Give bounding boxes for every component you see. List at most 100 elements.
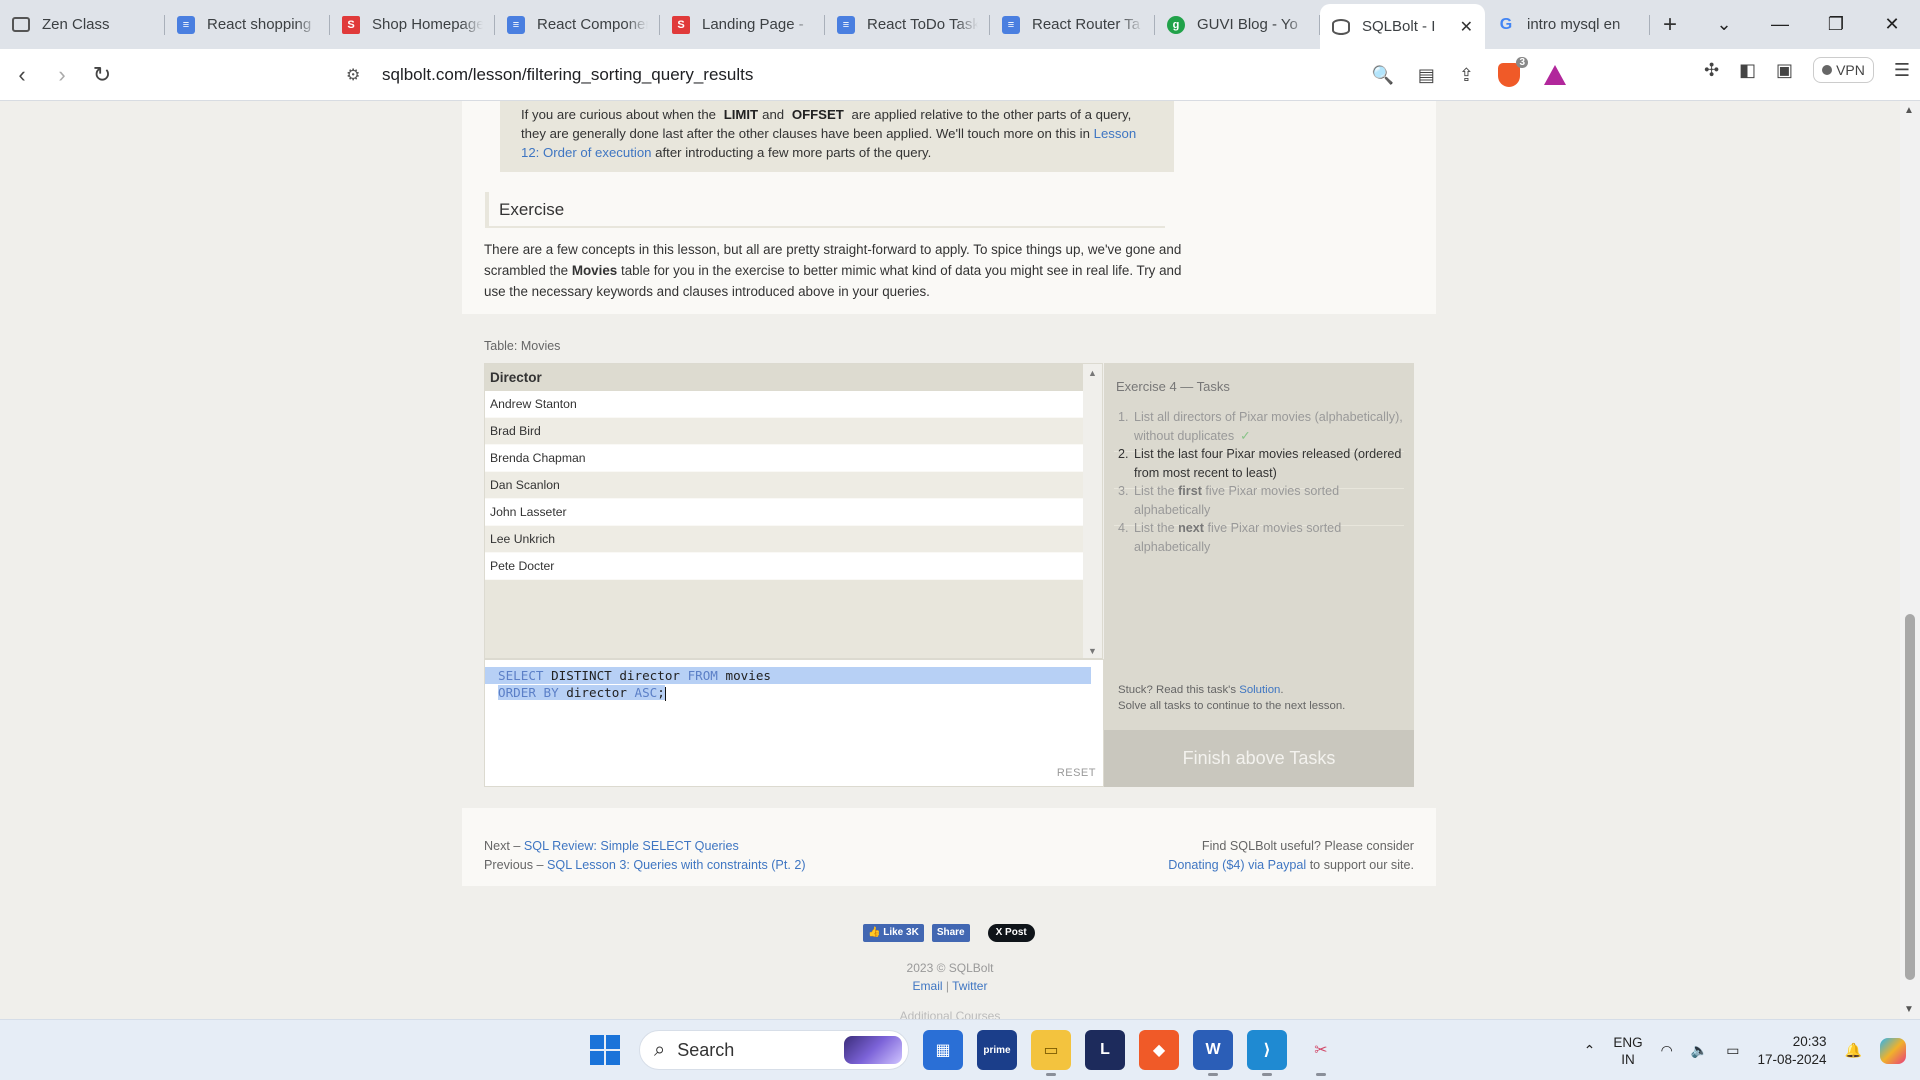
social-buttons: 👍 Like 3K Share X Post (863, 924, 1035, 942)
tab-title: GUVI Blog - Yo (1197, 16, 1298, 33)
task-text-bold: next (1178, 521, 1205, 535)
snipping-tool-icon[interactable]: ✂ (1301, 1030, 1341, 1076)
tab-search-chevron-icon[interactable]: ⌄ (1696, 14, 1752, 35)
task-text: List all directors of Pixar movies (alph… (1134, 410, 1403, 443)
tab-react-shopping[interactable]: ≡ React shopping (165, 4, 330, 45)
extensions-icon[interactable]: ✣ (1704, 60, 1719, 81)
window-controls: ⌄ — ❐ ✕ (1696, 0, 1920, 49)
editor-line-2[interactable]: ORDER BY director ASC; (485, 684, 1103, 701)
vpn-status-icon (1822, 65, 1833, 75)
donate-link[interactable]: Donating ($4) via Paypal (1168, 858, 1306, 872)
tab-sqlbolt[interactable]: SQLBolt - I ✕ (1320, 4, 1485, 49)
editor-line-1[interactable]: SELECT DISTINCT director FROM movies (485, 667, 1091, 684)
close-window-icon[interactable]: ✕ (1864, 14, 1920, 35)
tab-title: React Components (537, 16, 648, 33)
sql-text: movies (717, 668, 771, 683)
solution-link[interactable]: Solution (1239, 684, 1280, 696)
reset-button[interactable]: RESET (1057, 767, 1096, 779)
volume-icon[interactable]: 🔈 (1691, 1042, 1708, 1059)
menu-icon[interactable]: ☰ (1894, 60, 1910, 81)
sql-text: ; (657, 685, 665, 700)
vpn-button[interactable]: VPN (1813, 57, 1874, 83)
facebook-like-button[interactable]: 👍 Like 3K (863, 924, 924, 942)
sql-keyword: FROM (687, 668, 718, 683)
l-app-icon[interactable]: L (1085, 1030, 1125, 1070)
previous-lesson-link[interactable]: SQL Lesson 3: Queries with constraints (… (547, 858, 806, 872)
tab-close-icon[interactable]: ✕ (1460, 17, 1473, 37)
wallet-icon[interactable]: ▣ (1776, 60, 1793, 81)
taskbar-search[interactable]: ⌕ Search (639, 1030, 909, 1070)
system-tray: ⌃ ENG IN ◠ 🔈 ▭ 20:33 17-08-2024 🔔 (1584, 1020, 1920, 1080)
email-link[interactable]: Email (913, 979, 943, 993)
copyright: 2023 © SQLBolt (906, 961, 994, 975)
file-explorer-icon[interactable]: ▭ (1031, 1030, 1071, 1076)
address-bar[interactable]: ⚙ sqlbolt.com/lesson/filtering_sorting_q… (336, 56, 1580, 94)
site-info-icon[interactable]: ⚙ (346, 65, 374, 85)
notification-bell-icon[interactable]: 🔔 (1845, 1042, 1862, 1059)
scroll-down-icon[interactable]: ▼ (1904, 1004, 1914, 1015)
back-icon[interactable]: ‹ (4, 62, 40, 88)
table-row: Brenda Chapman (485, 445, 1085, 472)
result-rows: Andrew Stanton Brad Bird Brenda Chapman … (485, 391, 1102, 580)
reload-icon[interactable]: ↻ (84, 62, 120, 88)
scroll-down-icon[interactable]: ▼ (1088, 646, 1097, 656)
page-scrollbar[interactable]: ▲ ▼ (1900, 101, 1920, 1019)
forward-icon[interactable]: › (44, 62, 80, 88)
solve-all-note: Solve all tasks to continue to the next … (1118, 700, 1346, 712)
brave-rewards-icon[interactable] (1544, 65, 1566, 85)
lang-line-1: ENG (1613, 1034, 1643, 1050)
time: 20:33 (1792, 1033, 1827, 1049)
next-prefix: Next – (484, 839, 521, 853)
language-indicator[interactable]: ENG IN (1613, 1034, 1642, 1068)
docs-icon: ≡ (177, 15, 195, 34)
store-icon[interactable]: ▦ (923, 1030, 963, 1070)
vscode-icon[interactable]: ⟩ (1247, 1030, 1287, 1076)
tab-react-todo[interactable]: ≡ React ToDo Task (825, 4, 990, 45)
share-icon[interactable]: ⇪ (1459, 65, 1474, 86)
word-icon[interactable]: W (1193, 1030, 1233, 1076)
reader-mode-icon[interactable]: ▤ (1418, 65, 1435, 86)
url-text[interactable]: sqlbolt.com/lesson/filtering_sorting_que… (382, 65, 753, 85)
exercise-heading: Exercise (485, 192, 1165, 228)
tab-intro-mysql[interactable]: G intro mysql en (1485, 4, 1650, 45)
chevron-up-icon[interactable]: ⌃ (1584, 1042, 1596, 1059)
results-scrollbar[interactable]: ▲ ▼ (1083, 364, 1102, 658)
restore-icon[interactable]: ❐ (1808, 14, 1864, 35)
finish-tasks-button[interactable]: Finish above Tasks (1104, 730, 1414, 787)
tab-zen-class[interactable]: Zen Class (0, 4, 165, 45)
prime-video-icon[interactable]: prime (977, 1030, 1017, 1070)
next-lesson-link[interactable]: SQL Review: Simple SELECT Queries (524, 839, 739, 853)
docs-icon: ≡ (1002, 15, 1020, 34)
battery-icon[interactable]: ▭ (1726, 1042, 1739, 1059)
minimize-icon[interactable]: — (1752, 14, 1808, 35)
brave-browser-icon[interactable]: ◆ (1139, 1030, 1179, 1070)
zen-class-icon (12, 17, 30, 32)
start-button[interactable] (585, 1030, 625, 1070)
brave-shields-icon[interactable]: 3 (1498, 57, 1528, 87)
tab-shop-homepage[interactable]: S Shop Homepage (330, 4, 495, 45)
tab-react-router[interactable]: ≡ React Router Ta (990, 4, 1155, 45)
clock[interactable]: 20:33 17-08-2024 (1758, 1033, 1827, 1069)
copilot-icon[interactable] (1880, 1037, 1906, 1064)
note-mid: and (762, 107, 785, 122)
taskbar-apps: ⌕ Search ▦ prime ▭ L ◆ W ⟩ ✂ (585, 1030, 1341, 1076)
x-post-button[interactable]: X Post (987, 924, 1035, 942)
sidebar-icon[interactable]: ◧ (1739, 60, 1756, 81)
wifi-icon[interactable]: ◠ (1661, 1042, 1673, 1059)
exercise-intro: There are a few concepts in this lesson,… (484, 239, 1184, 302)
tab-guvi-blog[interactable]: g GUVI Blog - Yo (1155, 4, 1320, 45)
tab-landing-page[interactable]: S Landing Page - (660, 4, 825, 45)
address-bar-actions: 🔍 ▤ ⇪ 3 (1371, 57, 1566, 87)
new-tab-button[interactable]: + (1650, 4, 1690, 45)
scroll-up-icon[interactable]: ▲ (1904, 105, 1914, 116)
zoom-icon[interactable]: 🔍 (1371, 65, 1393, 86)
twitter-link[interactable]: Twitter (952, 979, 987, 993)
scroll-thumb[interactable] (1905, 614, 1915, 980)
scroll-up-icon[interactable]: ▲ (1088, 368, 1097, 378)
docs-icon: ≡ (507, 15, 525, 34)
sql-editor[interactable]: SELECT DISTINCT director FROM movies ORD… (484, 659, 1104, 787)
limit-offset-note: If you are curious about when the LIMIT a… (500, 101, 1174, 172)
tab-title: Zen Class (42, 16, 110, 33)
facebook-share-button[interactable]: Share (931, 924, 970, 942)
tab-react-components[interactable]: ≡ React Components (495, 4, 660, 45)
